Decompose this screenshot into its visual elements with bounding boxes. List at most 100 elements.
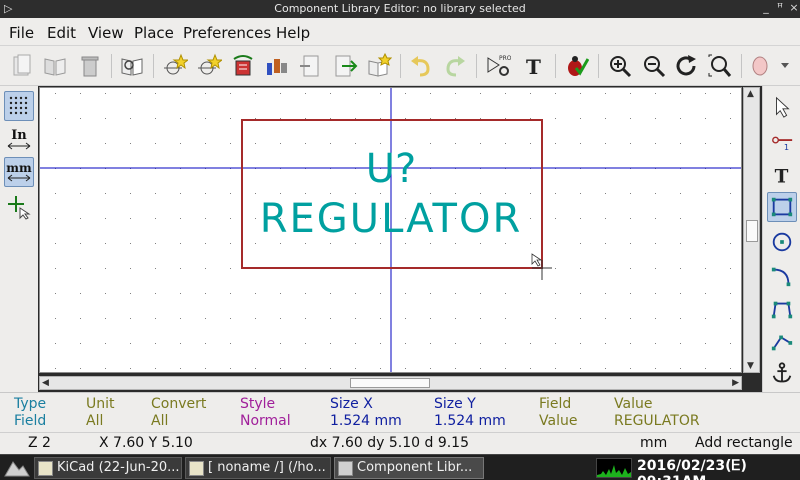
grid-toggle-icon[interactable] [4, 91, 34, 121]
message-panel-value: Value [539, 413, 578, 429]
drawing-canvas[interactable]: U? REGULATOR [39, 87, 742, 373]
add-polyline-icon[interactable] [767, 295, 797, 325]
create-library-icon[interactable] [365, 52, 393, 80]
select-arrow-icon[interactable] [767, 92, 797, 122]
add-line-icon[interactable] [767, 327, 797, 357]
message-panel-header: Type [14, 396, 47, 412]
message-panel-header: Unit [86, 396, 115, 412]
horizontal-scrollbar[interactable]: ◀ ▶ [39, 376, 742, 390]
mm-units-button[interactable]: mm [4, 157, 34, 187]
menu-file[interactable]: File [9, 24, 34, 42]
scroll-down-icon[interactable]: ▼ [747, 361, 754, 371]
component-body-rectangle[interactable] [241, 119, 543, 269]
load-library-icon[interactable] [41, 52, 69, 80]
close-button[interactable]: × [788, 1, 800, 15]
schematic-drawing: U? REGULATOR [40, 88, 741, 372]
relative-coordinates: dx 7.60 dy 5.10 d 9.15 [310, 435, 469, 451]
vertical-scroll-thumb[interactable] [746, 220, 758, 242]
svg-text:T: T [775, 166, 789, 187]
erc-check-icon[interactable] [562, 52, 590, 80]
window-title: Component Library Editor: no library sel… [274, 2, 526, 15]
import-export-icon[interactable] [263, 52, 291, 80]
message-panel: Type Field Unit All Convert All Style Normal Siz… [0, 392, 800, 432]
mm-label: mm [6, 161, 32, 175]
inch-label: In [11, 127, 27, 143]
maximize-button[interactable]: ꟸ [774, 1, 786, 15]
status-bar: Z 2 X 7.60 Y 5.10 dx 7.60 dy 5.10 d 9.15… [0, 432, 800, 454]
message-panel-value: Normal [240, 413, 291, 429]
text-icon[interactable]: T [520, 52, 548, 80]
component-properties-icon[interactable]: PROP [484, 52, 512, 80]
zoom-status: Z 2 [28, 435, 51, 451]
inch-units-button[interactable]: In [4, 124, 34, 154]
menu-edit[interactable]: Edit [47, 24, 76, 42]
taskbar-task-button[interactable]: KiCad (22-Jun-20... [34, 457, 182, 479]
title-bar: ▷ Component Library Editor: no library s… [0, 0, 800, 18]
message-panel-header: Style [240, 396, 276, 412]
new-library-icon[interactable] [8, 52, 36, 80]
add-text-icon[interactable]: T [767, 160, 797, 190]
reference-field[interactable]: U? [366, 146, 417, 192]
start-menu-icon[interactable] [3, 458, 31, 478]
undo-icon[interactable] [407, 52, 435, 80]
add-pin-icon[interactable]: 1 [767, 126, 797, 156]
zoom-in-icon[interactable] [606, 52, 634, 80]
message-panel-value: All [86, 413, 104, 429]
anchor-icon[interactable] [767, 358, 797, 388]
save-library-icon[interactable] [229, 52, 257, 80]
pin-dropdown-icon[interactable] [748, 52, 794, 80]
message-panel-value: REGULATOR [614, 413, 700, 429]
menu-place[interactable]: Place [134, 24, 174, 42]
left-toolbar: In mm [0, 86, 38, 392]
new-component-icon[interactable] [161, 52, 189, 80]
minimize-button[interactable]: _ [760, 1, 772, 15]
taskbar-task-label: Component Libr... [357, 460, 473, 475]
menu-view[interactable]: View [88, 24, 124, 42]
message-panel-value: 1.524 mm [434, 413, 506, 429]
message-panel-header: Size Y [434, 396, 476, 412]
zoom-fit-icon[interactable] [706, 52, 734, 80]
cursor-shape-icon[interactable] [4, 192, 34, 222]
create-from-current-icon[interactable] [195, 52, 223, 80]
redo-icon[interactable] [441, 52, 469, 80]
scroll-right-icon[interactable]: ▶ [732, 378, 739, 388]
message-panel-value: 1.524 mm [330, 413, 402, 429]
message-panel-value: Field [14, 413, 47, 429]
zoom-redraw-icon[interactable] [673, 52, 701, 80]
taskbar-task-label: KiCad (22-Jun-20... [57, 460, 180, 475]
import-part-icon[interactable] [297, 52, 325, 80]
scroll-left-icon[interactable]: ◀ [42, 378, 49, 388]
horizontal-scroll-thumb[interactable] [350, 378, 430, 388]
export-part-icon[interactable] [331, 52, 359, 80]
units-status: mm [640, 435, 668, 451]
current-tool-status: Add rectangle [695, 435, 793, 451]
svg-text:PROP: PROP [499, 55, 511, 62]
taskbar-task-button[interactable]: [ noname /] (/ho... [185, 457, 331, 479]
right-toolbar: 1 T [762, 86, 800, 392]
application-icon [38, 461, 53, 476]
add-rectangle-icon[interactable] [767, 192, 797, 222]
add-circle-icon[interactable] [767, 227, 797, 257]
message-panel-value: All [151, 413, 169, 429]
menu-help[interactable]: Help [276, 24, 310, 42]
svg-text:1: 1 [784, 142, 789, 152]
message-panel-header: Field [539, 396, 572, 412]
zoom-out-icon[interactable] [640, 52, 668, 80]
taskbar-task-button[interactable]: Component Libr... [334, 457, 484, 479]
taskbar: KiCad (22-Jun-20... [ noname /] (/ho... Co… [0, 454, 800, 480]
application-icon [338, 461, 353, 476]
message-panel-header: Size X [330, 396, 373, 412]
select-library-icon[interactable] [118, 52, 146, 80]
vertical-scrollbar[interactable]: ▲ ▼ [743, 87, 760, 373]
message-panel-header: Value [614, 396, 653, 412]
menu-preferences[interactable]: Preferences [183, 24, 271, 42]
add-arc-icon[interactable] [767, 261, 797, 291]
message-panel-header: Convert [151, 396, 207, 412]
application-icon [189, 461, 204, 476]
svg-text:T: T [526, 55, 541, 79]
clock[interactable]: 2016/02/23(Ꭼ) 09:31AM [637, 458, 800, 480]
scroll-up-icon[interactable]: ▲ [747, 89, 754, 99]
main-toolbar: PROP T [0, 46, 800, 86]
delete-part-icon[interactable] [76, 52, 104, 80]
value-field[interactable]: REGULATOR [260, 196, 523, 242]
